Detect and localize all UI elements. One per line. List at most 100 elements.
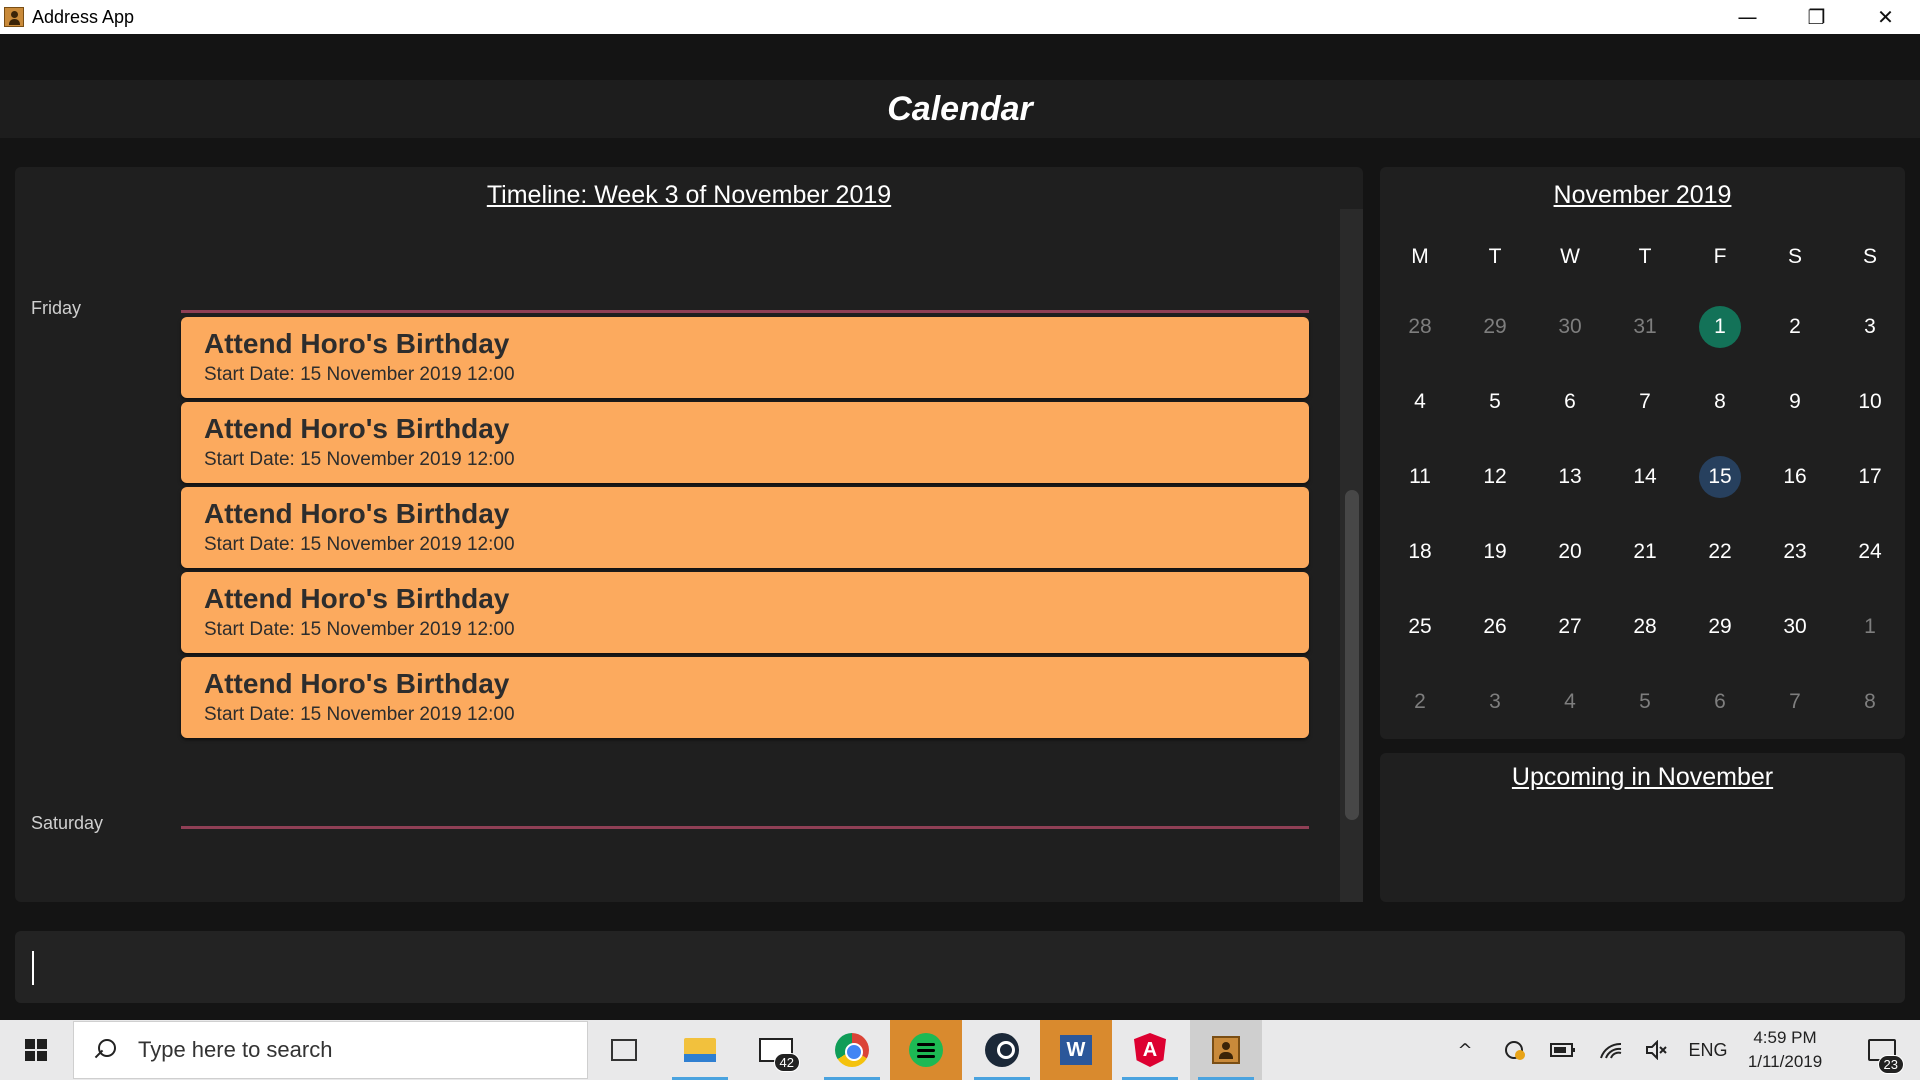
close-button[interactable]: ✕ [1851,0,1920,34]
calendar-day[interactable]: 5 [1474,381,1516,423]
timeline-title: Timeline: Week 3 of November 2019 [486,181,892,209]
calendar-day[interactable]: 2 [1774,306,1816,348]
battery-button[interactable] [1546,1020,1580,1080]
taskbar-address-app[interactable] [1190,1020,1262,1080]
calendar-day[interactable]: 7 [1624,381,1666,423]
calendar-day[interactable]: 6 [1549,381,1591,423]
weekday-header: M [1411,245,1429,268]
calendar-day[interactable]: 28 [1399,306,1441,348]
calendar-day[interactable]: 29 [1474,306,1516,348]
security-tray-button[interactable] [1498,1020,1532,1080]
calendar-day[interactable]: 3 [1474,681,1516,723]
taskbar-angular[interactable]: A [1114,1020,1186,1080]
event-start-date: Start Date: 15 November 2019 12:00 [204,364,515,385]
calendar-day-selected[interactable]: 15 [1699,456,1741,498]
taskbar-spotify[interactable] [890,1020,962,1080]
calendar-day[interactable]: 27 [1549,606,1591,648]
calendar-day[interactable]: 13 [1549,456,1591,498]
weekday-header: S [1787,245,1802,268]
calendar-day[interactable]: 10 [1849,381,1891,423]
calendar-day[interactable]: 11 [1399,456,1441,498]
calendar-day[interactable]: 25 [1399,606,1441,648]
event-card[interactable]: Attend Horo's Birthday Start Date: 15 No… [181,317,1309,398]
calendar-day[interactable]: 2 [1399,681,1441,723]
event-card[interactable]: Attend Horo's Birthday Start Date: 15 No… [181,572,1309,653]
calendar-day[interactable]: 3 [1849,306,1891,348]
security-warning-icon [1505,1041,1525,1060]
battery-icon [1550,1043,1575,1057]
calendar-day[interactable]: 4 [1399,381,1441,423]
timeline-scrollbar-thumb[interactable] [1345,490,1359,820]
weekday-header: S [1862,245,1877,268]
calendar-day[interactable]: 19 [1474,531,1516,573]
calendar-day[interactable]: 7 [1774,681,1816,723]
calendar-day[interactable]: 31 [1624,306,1666,348]
calendar-day[interactable]: 4 [1549,681,1591,723]
calendar-day[interactable]: 8 [1849,681,1891,723]
calendar-day[interactable]: 24 [1849,531,1891,573]
page-title: Calendar [887,89,1033,128]
event-start-date: Start Date: 15 November 2019 12:00 [204,534,515,555]
calendar-day[interactable]: 16 [1774,456,1816,498]
restore-button[interactable]: ❐ [1782,0,1851,34]
search-placeholder: Type here to search [138,1037,333,1062]
calendar-header: Calendar [0,80,1920,138]
calendar-day[interactable]: 1 [1849,606,1891,648]
calendar-day[interactable]: 20 [1549,531,1591,573]
taskbar-clock[interactable]: 4:59 PM 1/11/2019 [1730,1026,1840,1074]
taskbar-chrome[interactable] [816,1020,888,1080]
taskbar-word[interactable]: W [1040,1020,1112,1080]
clock-date: 1/11/2019 [1747,1052,1823,1071]
word-icon: W [1060,1035,1092,1065]
event-title: Attend Horo's Birthday [204,668,510,699]
command-box [15,931,1905,1003]
calendar-day[interactable]: 26 [1474,606,1516,648]
calendar-day[interactable]: 21 [1624,531,1666,573]
volume-muted-icon [1646,1040,1667,1060]
day-label-saturday: Saturday [31,813,104,833]
calendar-day[interactable]: 28 [1624,606,1666,648]
event-title: Attend Horo's Birthday [204,413,510,444]
network-button[interactable] [1594,1020,1628,1080]
start-button[interactable] [0,1020,72,1080]
wifi-icon [1600,1042,1622,1059]
calendar-day-today[interactable]: 1 [1699,306,1741,348]
weekday-header: T [1488,245,1502,268]
angular-icon: A [1134,1033,1166,1067]
calendar-day[interactable]: 30 [1774,606,1816,648]
calendar-day[interactable]: 9 [1774,381,1816,423]
calendar-day[interactable]: 14 [1624,456,1666,498]
event-title: Attend Horo's Birthday [204,583,510,614]
calendar-day[interactable]: 8 [1699,381,1741,423]
calendar-day[interactable]: 23 [1774,531,1816,573]
calendar-day[interactable]: 22 [1699,531,1741,573]
calendar-day[interactable]: 30 [1549,306,1591,348]
action-center-button[interactable]: 23 [1852,1020,1912,1080]
taskbar-mail[interactable]: 42 [740,1020,812,1080]
day-label-friday: Friday [31,298,82,318]
command-input[interactable] [37,949,1887,987]
volume-button[interactable] [1640,1020,1674,1080]
minimize-button[interactable]: — [1713,0,1782,34]
calendar-day[interactable]: 5 [1624,681,1666,723]
address-app-icon [1212,1036,1240,1064]
language-label: ENG [1688,1039,1728,1060]
event-card[interactable]: Attend Horo's Birthday Start Date: 15 No… [181,657,1309,738]
calendar-day[interactable]: 18 [1399,531,1441,573]
calendar-day[interactable]: 6 [1699,681,1741,723]
taskbar-search[interactable]: Type here to search [73,1021,588,1079]
language-button[interactable]: ENG [1686,1020,1730,1080]
show-hidden-icons-button[interactable]: ^ [1448,1020,1482,1080]
event-start-date: Start Date: 15 November 2019 12:00 [204,449,515,470]
event-card[interactable]: Attend Horo's Birthday Start Date: 15 No… [181,487,1309,568]
calendar-day[interactable]: 29 [1699,606,1741,648]
task-view-button[interactable] [588,1020,660,1080]
taskbar-file-explorer[interactable] [664,1020,736,1080]
calendar-day[interactable]: 17 [1849,456,1891,498]
taskbar-steam[interactable] [966,1020,1038,1080]
event-card[interactable]: Attend Horo's Birthday Start Date: 15 No… [181,402,1309,483]
calendar-day[interactable]: 12 [1474,456,1516,498]
search-icon [92,1037,118,1063]
upcoming-panel: Upcoming in November [1380,753,1905,902]
file-explorer-icon [684,1038,716,1062]
